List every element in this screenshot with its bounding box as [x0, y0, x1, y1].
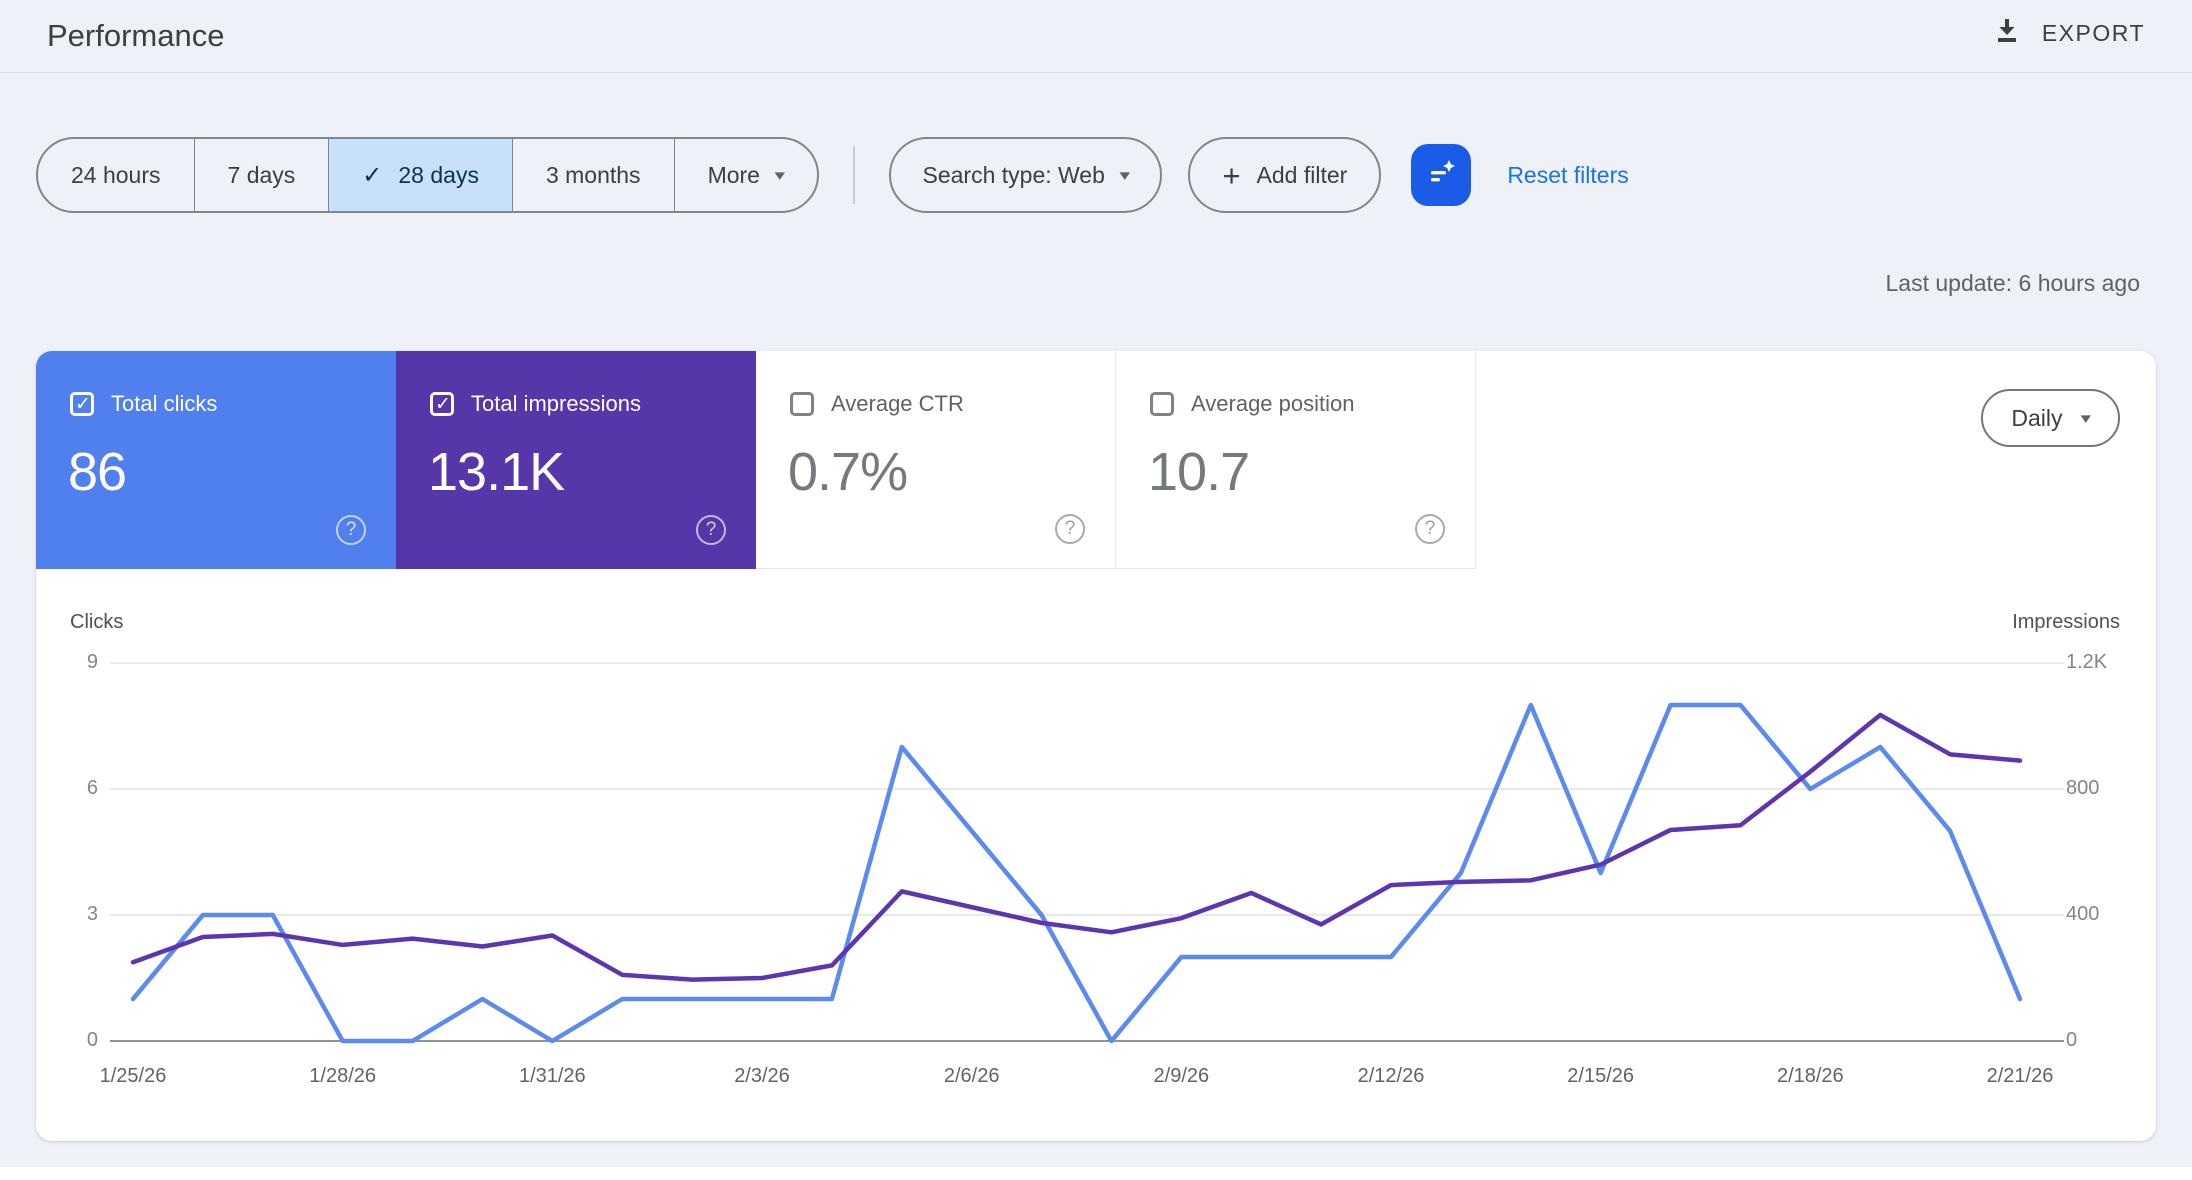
caret-down-icon	[774, 166, 785, 184]
date-range-label: 3 months	[545, 161, 641, 188]
right-axis-tick: 800	[2066, 777, 2100, 799]
metric-label: Average position	[1191, 391, 1355, 416]
help-icon[interactable]	[336, 515, 366, 545]
x-axis-tick: 2/15/26	[1567, 1065, 1635, 1087]
right-axis-tick: 400	[2066, 903, 2100, 925]
metric-tile-average-ctr[interactable]: Average CTR 0.7%	[756, 351, 1116, 569]
date-range-7-days[interactable]: 7 days	[193, 139, 329, 211]
left-axis-tick: 0	[86, 1029, 98, 1051]
metric-label: Total impressions	[471, 391, 641, 416]
help-icon[interactable]	[1055, 514, 1085, 544]
date-range-selector: 24 hours 7 days 28 days 3 months More	[36, 137, 819, 213]
metric-tiles: Total clicks 86 Total impressions 13.1K Aver…	[36, 351, 1476, 569]
performance-chart: Clicks Impressions 0 0 3 400 6 800 9 1.2K 1/25/2…	[36, 569, 2156, 1141]
download-icon	[1990, 14, 2024, 53]
x-axis-tick: 2/9/26	[1153, 1065, 1210, 1087]
help-icon[interactable]	[1415, 514, 1445, 544]
top-bar: Performance EXPORT	[0, 0, 2192, 73]
x-axis-tick: 2/18/26	[1776, 1065, 1844, 1087]
metric-tile-average-position[interactable]: Average position 10.7	[1116, 351, 1476, 569]
caret-down-icon	[1119, 166, 1130, 184]
x-axis-tick: 1/28/26	[309, 1065, 377, 1087]
granularity-label: Daily	[2011, 404, 2063, 431]
export-button[interactable]: EXPORT	[1990, 14, 2145, 53]
metric-value: 0.7%	[788, 442, 908, 502]
search-type-dropdown[interactable]: Search type: Web	[888, 137, 1163, 213]
right-axis-tick: 1.2K	[2066, 651, 2108, 673]
filter-sparkle-icon	[1423, 155, 1459, 196]
left-axis-tick: 3	[86, 903, 98, 925]
metric-checkbox[interactable]	[1150, 392, 1174, 416]
metric-checkbox[interactable]	[430, 392, 454, 416]
metric-label: Average CTR	[831, 391, 964, 416]
last-update-text: Last update: 6 hours ago	[1885, 270, 2140, 296]
metric-value: 86	[68, 442, 127, 502]
right-axis-tick: 0	[2066, 1029, 2078, 1051]
metric-checkbox[interactable]	[790, 392, 814, 416]
page-title: Performance	[47, 18, 225, 53]
metric-value: 10.7	[1148, 442, 1250, 502]
help-icon[interactable]	[696, 515, 726, 545]
filter-settings-button[interactable]	[1411, 144, 1472, 206]
caret-down-icon	[2081, 409, 2092, 427]
date-range-label: 28 days	[398, 161, 479, 188]
left-axis-tick: 9	[86, 651, 98, 673]
date-range-label: 24 hours	[71, 161, 161, 188]
date-range-3-months[interactable]: 3 months	[511, 139, 674, 211]
x-axis-tick: 2/3/26	[734, 1065, 790, 1087]
x-axis-tick: 1/25/26	[99, 1065, 167, 1087]
chart-canvas[interactable]	[36, 569, 2156, 1141]
export-label: EXPORT	[2041, 20, 2145, 46]
filter-row: 24 hours 7 days 28 days 3 months More Search…	[36, 137, 1629, 213]
add-filter-button[interactable]: Add filter	[1188, 137, 1382, 213]
x-axis-tick: 2/21/26	[1986, 1065, 2054, 1087]
date-range-24-hours[interactable]: 24 hours	[38, 139, 194, 211]
granularity-dropdown[interactable]: Daily	[1981, 389, 2120, 447]
search-type-label: Search type: Web	[922, 161, 1105, 188]
add-filter-label: Add filter	[1256, 161, 1348, 188]
date-range-more-dropdown[interactable]: More	[673, 139, 817, 211]
metric-tile-total-clicks[interactable]: Total clicks 86	[36, 351, 396, 569]
next-section-edge	[0, 1167, 2192, 1180]
date-range-28-days[interactable]: 28 days	[328, 139, 512, 211]
x-axis-tick: 2/12/26	[1357, 1065, 1425, 1087]
metric-checkbox[interactable]	[70, 392, 94, 416]
x-axis-tick: 2/6/26	[943, 1065, 1000, 1087]
plus-icon	[1222, 160, 1240, 191]
performance-card: Total clicks 86 Total impressions 13.1K Aver…	[36, 351, 2156, 1141]
x-axis-tick: 1/31/26	[518, 1065, 586, 1087]
reset-filters-link[interactable]: Reset filters	[1507, 162, 1628, 189]
metric-value: 13.1K	[428, 442, 565, 502]
clicks-line-series	[130, 702, 2023, 1044]
left-axis-tick: 6	[86, 777, 98, 799]
check-icon	[362, 161, 382, 190]
metric-tile-total-impressions[interactable]: Total impressions 13.1K	[396, 351, 756, 569]
performance-page: Performance EXPORT 24 hours 7 days 28 days…	[0, 0, 2192, 1180]
impressions-line-series	[130, 712, 2023, 982]
more-label: More	[707, 161, 760, 188]
metric-label: Total clicks	[111, 391, 218, 416]
divider	[852, 146, 855, 204]
date-range-label: 7 days	[227, 161, 296, 188]
